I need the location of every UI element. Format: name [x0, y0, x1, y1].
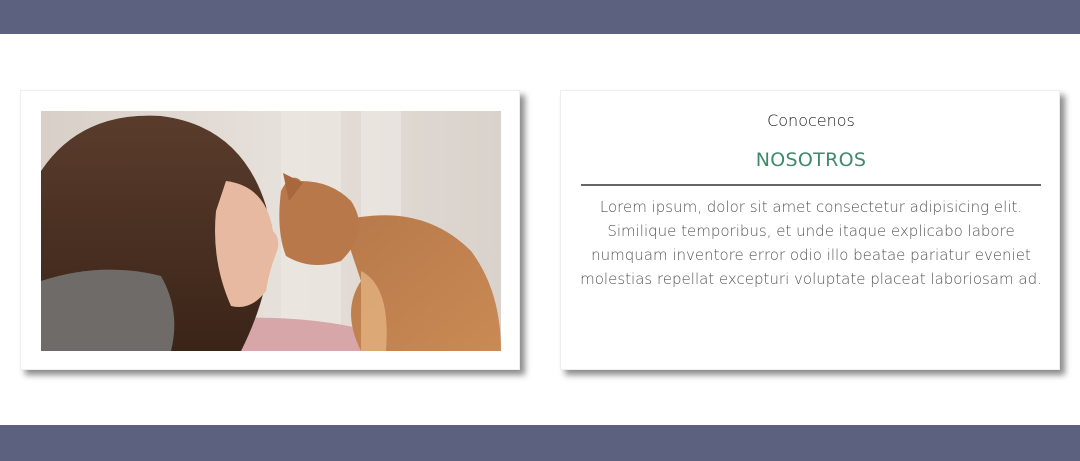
top-header-bar	[0, 0, 1080, 34]
bottom-footer-bar	[0, 425, 1080, 461]
section-eyebrow: Conocenos	[767, 111, 855, 130]
about-card: Conocenos NOSOTROS Lorem ipsum, dolor si…	[560, 90, 1060, 370]
section-title: NOSOTROS	[755, 149, 867, 171]
photo-card	[20, 90, 520, 370]
about-body-text: Lorem ipsum, dolor sit amet consectetur …	[580, 198, 1042, 288]
woman-with-cat-photo	[41, 111, 501, 351]
title-divider	[581, 184, 1041, 186]
